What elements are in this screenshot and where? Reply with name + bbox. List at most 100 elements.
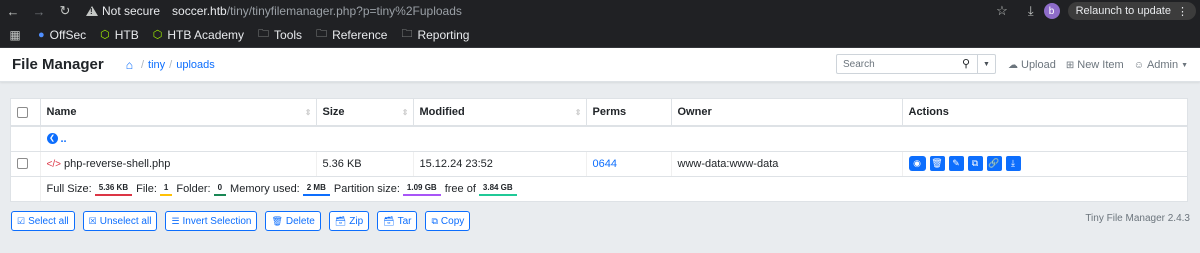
select-all-header[interactable]: [11, 99, 41, 127]
rename-edit-icon[interactable]: ✎: [948, 156, 964, 171]
delete-trash-icon[interactable]: 🗑: [929, 156, 945, 171]
download-icon[interactable]: ⤓: [1005, 156, 1021, 171]
folder-icon: 🗀: [401, 28, 413, 40]
column-owner[interactable]: Owner: [671, 99, 903, 127]
more-vert-icon: ⋮: [1177, 5, 1188, 18]
select-all-button[interactable]: ☑ Select all: [11, 211, 75, 231]
x-square-icon: ☒: [88, 215, 97, 226]
unselect-all-button[interactable]: ☒ Unselect all: [82, 211, 158, 231]
bulk-actions-bar: ☑ Select all ☒ Unselect all ☰ Invert Select…: [11, 211, 471, 231]
direct-link-icon[interactable]: 🔗: [986, 156, 1002, 171]
bookmark-offsec[interactable]: ● OffSec: [38, 28, 86, 42]
warning-icon: [86, 6, 98, 16]
select-all-checkbox[interactable]: [17, 106, 28, 118]
zip-button[interactable]: 🗃 Zip: [328, 211, 370, 231]
sort-icon: ⇕: [574, 108, 582, 117]
sort-icon: ⇕: [304, 108, 312, 117]
reload-icon[interactable]: ↻: [52, 0, 78, 22]
copy-icon: ⧉: [431, 215, 438, 226]
offsec-icon: ●: [38, 28, 45, 41]
search-input[interactable]: [836, 54, 978, 74]
bookmark-label: Reference: [332, 27, 388, 42]
not-secure-label: Not secure: [102, 4, 161, 18]
file-count-badge: 1: [159, 181, 173, 196]
invert-selection-button[interactable]: ☰ Invert Selection: [165, 211, 258, 231]
address-bar[interactable]: Not secure soccer.htb/tiny/tinyfilemanag…: [86, 0, 462, 22]
relaunch-button[interactable]: Relaunch to update ⋮: [1067, 2, 1196, 20]
storage-summary: Full Size: 5.36 KB File: 1 Folder: 0 Mem…: [47, 181, 1182, 196]
full-size-badge: 5.36 KB: [94, 181, 133, 196]
column-name[interactable]: Name ⇕: [40, 99, 317, 127]
new-item-button[interactable]: ⊞ New Item: [1066, 59, 1124, 71]
file-owner: www-data:www-data: [671, 151, 903, 177]
forward-icon[interactable]: →: [26, 0, 52, 22]
app-navbar: File Manager ⌂ / tiny / uploads ⚲ ▼ ☁Upl…: [0, 48, 1200, 82]
plus-square-icon: ⊞: [1065, 59, 1075, 71]
caret-down-icon: ▼: [1181, 61, 1189, 69]
tar-button[interactable]: 🗃 Tar: [377, 211, 418, 231]
table-row: </> php-reverse-shell.php 5.36 KB 15.12.2…: [11, 151, 1187, 177]
column-actions: Actions: [902, 99, 1187, 127]
row-checkbox[interactable]: [17, 158, 28, 170]
file-perms-link[interactable]: 0644: [593, 158, 617, 170]
list-icon: ☰: [171, 215, 180, 226]
bookmark-label: HTB: [114, 27, 139, 42]
app-title[interactable]: File Manager: [12, 56, 104, 73]
copy-to-icon[interactable]: ⧉: [967, 156, 983, 171]
bookmark-htb-academy[interactable]: ⬡ HTB Academy: [153, 28, 244, 42]
archive-icon: 🗃: [383, 215, 395, 226]
column-perms[interactable]: Perms: [586, 99, 672, 127]
back-icon[interactable]: ←: [0, 0, 26, 22]
url-path: /tiny/tinyfilemanager.php?p=tiny%2Fuploa…: [226, 4, 462, 18]
breadcrumb: ⌂ / tiny / uploads: [125, 57, 215, 72]
bookmarks-bar: ▦ ● OffSec ⬡ HTB ⬡ HTB Academy 🗀 Tools 🗀 Refe…: [0, 22, 1200, 48]
breadcrumb-tiny[interactable]: tiny: [148, 59, 165, 71]
row-actions: ◉ 🗑 ✎ ⧉ 🔗 ⤓: [908, 156, 1182, 171]
search-icon[interactable]: ⚲: [962, 57, 970, 70]
sort-icon: ⇕: [401, 108, 409, 117]
user-menu[interactable]: ☺ Admin ▼: [1134, 59, 1188, 71]
trash-icon: 🗑: [271, 215, 283, 226]
htb-cube-icon: ⬡: [152, 29, 163, 41]
breadcrumb-uploads[interactable]: uploads: [176, 59, 215, 71]
bookmark-reference[interactable]: 🗀 Reference: [316, 25, 387, 44]
bookmark-label: HTB Academy: [167, 27, 245, 42]
bookmark-reporting[interactable]: 🗀 Reporting: [401, 25, 469, 44]
file-code-icon: </>: [46, 158, 61, 170]
delete-button[interactable]: 🗑 Delete: [265, 211, 321, 231]
folder-count-badge: 0: [213, 181, 227, 196]
folder-icon: 🗀: [258, 28, 270, 40]
column-size[interactable]: Size ⇕: [316, 99, 414, 127]
parent-directory-link[interactable]: ..: [61, 133, 67, 145]
upload-button[interactable]: ☁ Upload: [1008, 59, 1056, 71]
file-size: 5.36 KB: [316, 151, 414, 177]
column-modified[interactable]: Modified ⇕: [413, 99, 587, 127]
folder-icon: 🗀: [316, 28, 328, 40]
apps-grid-icon[interactable]: ▦: [0, 28, 30, 42]
download-icon[interactable]: ⤓: [1028, 3, 1034, 19]
memory-badge: 2 MB: [302, 181, 330, 196]
preview-eye-icon[interactable]: ◉: [908, 156, 926, 171]
version-label: Tiny File Manager 2.4.3: [1085, 213, 1190, 224]
arrow-left-circle-icon: ❮: [46, 133, 58, 145]
url-host: soccer.htb: [172, 4, 227, 18]
bookmark-tools[interactable]: 🗀 Tools: [258, 25, 302, 44]
search-options-dropdown[interactable]: ▼: [978, 54, 996, 74]
archive-icon: 🗃: [334, 215, 347, 226]
bookmark-label: Reporting: [417, 27, 470, 42]
bookmark-label: Tools: [274, 27, 303, 42]
profile-avatar[interactable]: b: [1043, 3, 1060, 19]
bookmark-label: OffSec: [49, 27, 87, 42]
file-table-panel: Name ⇕ Size ⇕ Modified ⇕ Perms Owner Action…: [10, 98, 1188, 202]
bookmark-htb[interactable]: ⬡ HTB: [100, 28, 139, 42]
file-modified: 15.12.24 23:52: [413, 151, 587, 177]
home-icon[interactable]: ⌂: [126, 58, 133, 72]
bookmark-star-icon[interactable]: ☆: [996, 3, 1008, 19]
file-table: Name ⇕ Size ⇕ Modified ⇕ Perms Owner Action…: [11, 99, 1187, 201]
search-group: ⚲ ▼: [836, 54, 996, 74]
copy-button[interactable]: ⧉ Copy: [425, 211, 471, 231]
htb-cube-icon: ⬡: [100, 29, 110, 41]
cloud-upload-icon: ☁: [1008, 59, 1018, 71]
parent-directory-row[interactable]: ❮..: [11, 126, 1187, 152]
file-name-link[interactable]: php-reverse-shell.php: [64, 158, 170, 170]
